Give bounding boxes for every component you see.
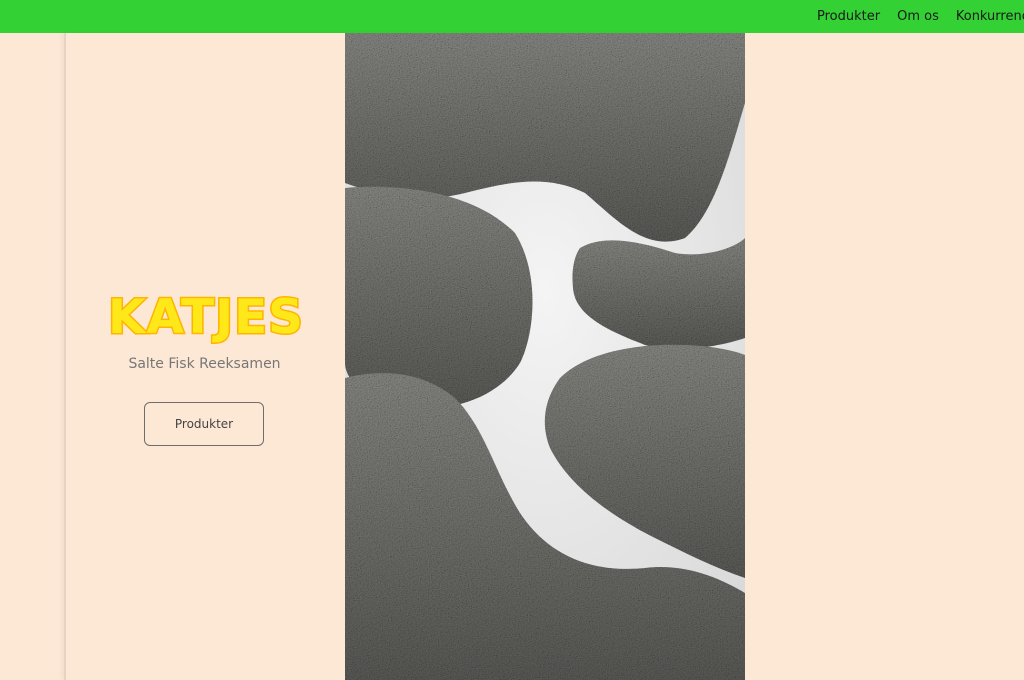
nav-link-produkter[interactable]: Produkter: [817, 9, 880, 24]
produkter-button[interactable]: Produkter: [144, 402, 264, 446]
brand-logo: KATJES: [107, 289, 305, 347]
licorice-fish-photo: [345, 33, 745, 680]
brand-logo-text: KATJES: [108, 290, 304, 345]
nav-link-konkurrence[interactable]: Konkurrence: [956, 9, 1024, 24]
top-navbar: Produkter Om os Konkurrence: [0, 0, 1024, 33]
nav-link-om-os[interactable]: Om os: [897, 9, 939, 24]
nav-menu: Produkter Om os Konkurrence: [817, 0, 1024, 33]
hero-subtitle: Salte Fisk Reeksamen: [128, 356, 281, 372]
hero-image: [345, 33, 745, 680]
hero-text-panel: KATJES Salte Fisk Reeksamen Produkter: [64, 33, 345, 680]
